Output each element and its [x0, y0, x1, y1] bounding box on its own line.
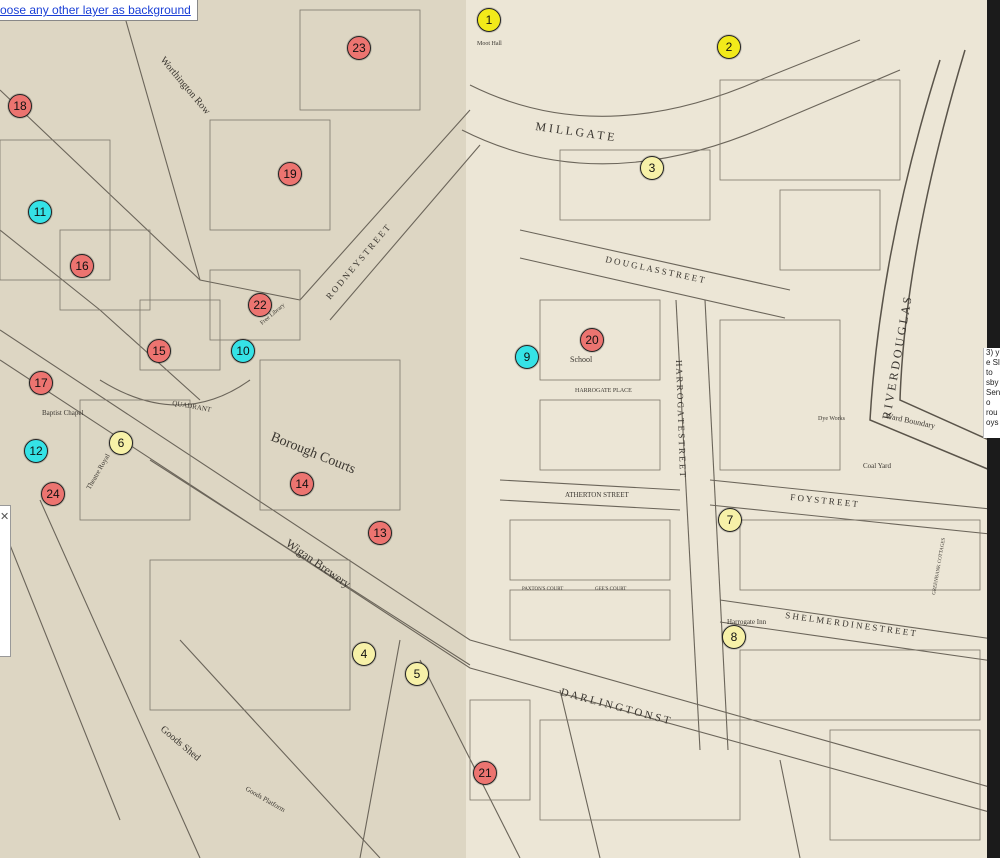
map-marker-1[interactable]: 1	[477, 8, 501, 32]
side-text-line: rou	[986, 408, 998, 417]
map-marker-9[interactable]: 9	[515, 345, 539, 369]
label-coal-yard: Coal Yard	[863, 462, 892, 470]
map-marker-20[interactable]: 20	[580, 328, 604, 352]
map-marker-14[interactable]: 14	[290, 472, 314, 496]
left-side-panel: ✕	[0, 505, 11, 657]
map-marker-19[interactable]: 19	[278, 162, 302, 186]
label-gees-court: GEE'S COURT	[595, 587, 626, 592]
side-text-line: sby	[986, 378, 999, 387]
label-paxtons-court: PAXTON'S COURT	[522, 587, 563, 592]
label-school: School	[570, 355, 593, 364]
map-marker-6[interactable]: 6	[109, 431, 133, 455]
label-baptist-chapel: Baptist Chapel	[42, 409, 83, 417]
map-marker-10[interactable]: 10	[231, 339, 255, 363]
label-harrogate-place: HARROGATE PLACE	[575, 388, 632, 394]
map-marker-22[interactable]: 22	[248, 293, 272, 317]
close-icon[interactable]: ✕	[0, 510, 9, 523]
side-text-line: e Sl	[986, 358, 1000, 367]
side-text-line: 3) y	[986, 348, 1000, 357]
label-atherton-street: ATHERTON STREET	[565, 491, 630, 499]
map-marker-5[interactable]: 5	[405, 662, 429, 686]
map-marker-2[interactable]: 2	[717, 35, 741, 59]
map-marker-12[interactable]: 12	[24, 439, 48, 463]
map-canvas[interactable]: M I L L G A T E D O U G L A S S T R E E …	[0, 0, 1000, 858]
map-marker-13[interactable]: 13	[368, 521, 392, 545]
map-marker-7[interactable]: 7	[718, 508, 742, 532]
map-marker-21[interactable]: 21	[473, 761, 497, 785]
map-marker-11[interactable]: 11	[28, 200, 52, 224]
side-text-line: oys	[986, 418, 999, 427]
map-marker-17[interactable]: 17	[29, 371, 53, 395]
side-text-line: o	[986, 398, 991, 407]
side-text-line: to	[986, 368, 993, 377]
map-marker-16[interactable]: 16	[70, 254, 94, 278]
side-text-line: Sen	[986, 388, 1000, 397]
label-moot-hall: Moot Hall	[477, 41, 502, 47]
map-marker-4[interactable]: 4	[352, 642, 376, 666]
map-marker-8[interactable]: 8	[722, 625, 746, 649]
choose-background-layer-link[interactable]: oose any other layer as background	[0, 0, 198, 21]
map-marker-3[interactable]: 3	[640, 156, 664, 180]
label-dye-works: Dye Works	[818, 416, 846, 422]
map-marker-24[interactable]: 24	[41, 482, 65, 506]
map-marker-23[interactable]: 23	[347, 36, 371, 60]
map-marker-18[interactable]: 18	[8, 94, 32, 118]
map-marker-15[interactable]: 15	[147, 339, 171, 363]
right-side-panel: 3) y e Sl to sby Sen o rou oys	[983, 348, 1000, 438]
map-sheet-left	[0, 0, 466, 858]
